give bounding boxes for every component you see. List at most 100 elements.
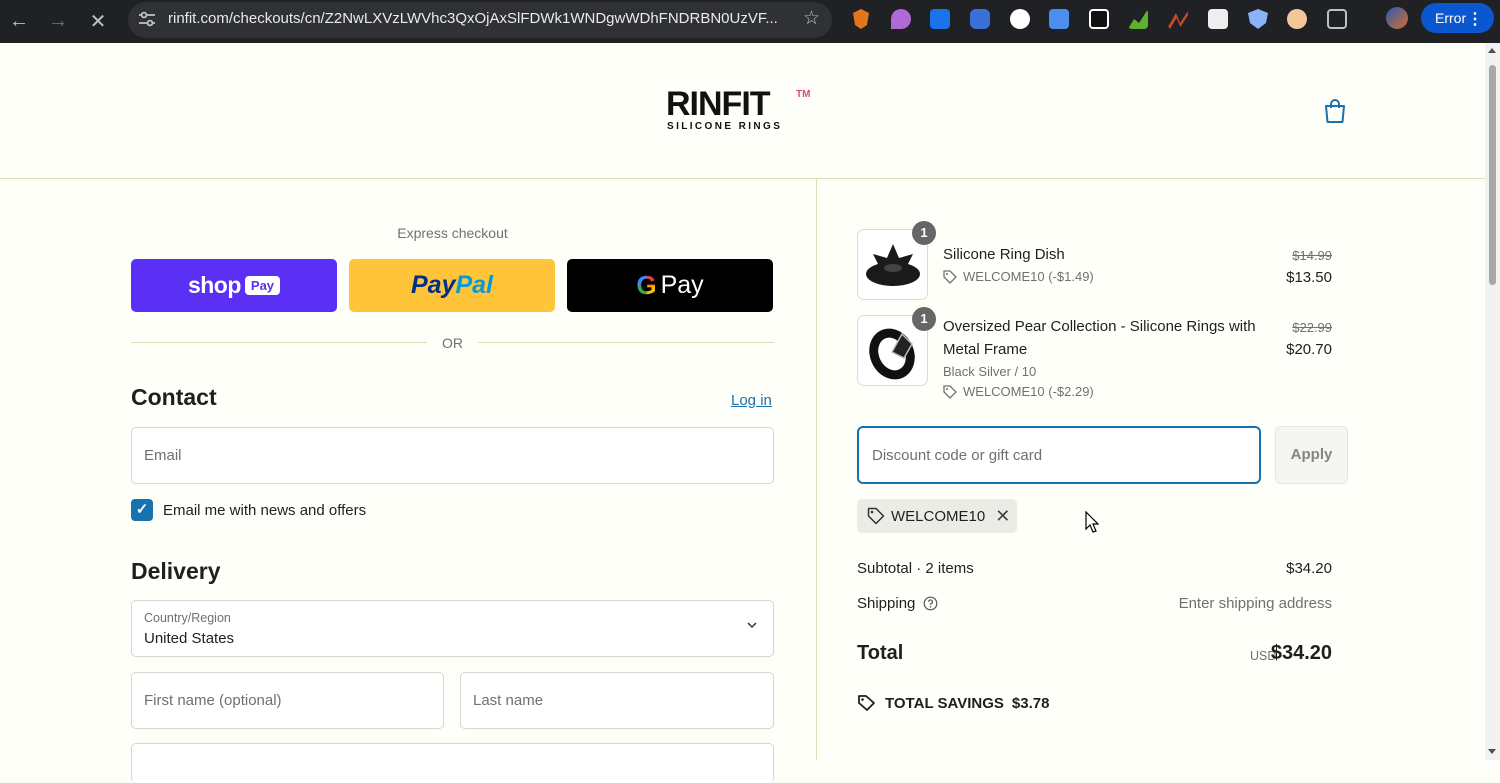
google-pay-button[interactable]: G Pay [567, 259, 773, 312]
shipping-row: Shipping [857, 595, 938, 612]
shipping-label: Shipping [857, 595, 916, 612]
item-discount: WELCOME10 (-$1.49) [943, 269, 1094, 284]
checkout-page: RINFIT TM SILICONE RINGS Express checkou… [0, 43, 1485, 783]
url-text: rinfit.com/checkouts/cn/Z2NwLXVzLWVhc3Qx… [168, 10, 778, 27]
extension-icon-4[interactable] [970, 9, 990, 29]
shield-extension-icon[interactable] [1248, 9, 1268, 29]
error-label: Error [1435, 10, 1467, 26]
last-name-placeholder: Last name [473, 692, 544, 709]
rinfit-logo[interactable]: RINFIT TM SILICONE RINGS [666, 87, 816, 137]
forward-icon[interactable]: → [43, 6, 73, 36]
item-original-price: $14.99 [1292, 248, 1332, 263]
subtotal-value: $34.20 [1286, 560, 1332, 577]
item-variant: Black Silver / 10 [943, 364, 1037, 379]
shoppay-badge: Pay [244, 276, 281, 295]
applied-code-text: WELCOME10 [891, 507, 986, 525]
extension-icon-12[interactable] [1287, 9, 1307, 29]
savings-label: TOTAL SAVINGS [885, 694, 1004, 712]
scrollbar-thumb[interactable] [1489, 65, 1496, 285]
site-info-icon[interactable] [136, 8, 158, 30]
or-divider-right [478, 342, 774, 343]
extensions-puzzle-icon[interactable] [1327, 9, 1347, 29]
tag-icon [858, 695, 875, 711]
newsletter-label: Email me with news and offers [163, 502, 367, 519]
item-original-price: $22.99 [1292, 320, 1332, 335]
tag-icon [867, 507, 885, 525]
shop-pay-button[interactable]: shop Pay [131, 259, 337, 312]
item-quantity-badge: 1 [912, 307, 936, 331]
last-name-field[interactable]: Last name [460, 672, 774, 729]
chevron-down-icon [747, 622, 757, 629]
extension-icon-10[interactable] [1208, 9, 1228, 29]
subtotal-label: Subtotal · 2 items [857, 560, 974, 577]
browser-toolbar: ← → ✕ rinfit.com/checkouts/cn/Z2NwLXVzLW… [0, 0, 1500, 43]
location-extension-icon[interactable] [891, 9, 911, 29]
total-savings: TOTAL SAVINGS $3.78 [857, 694, 1049, 712]
metamask-extension-icon[interactable] [853, 9, 869, 29]
paypal-word-b: Pal [455, 271, 493, 299]
shopping-bag-icon[interactable] [1323, 98, 1347, 124]
total-value: $34.20 [1270, 642, 1332, 664]
logo-wordmark: RINFIT [666, 85, 771, 123]
savings-value: $3.78 [1011, 694, 1050, 712]
tag-icon [943, 269, 957, 284]
extension-icon-6[interactable] [1049, 9, 1069, 29]
paypal-button[interactable]: Pay Pal [349, 259, 555, 312]
total-label: Total [857, 642, 904, 664]
extension-icon-9[interactable] [1168, 11, 1188, 29]
chart-extension-icon[interactable] [1128, 9, 1148, 29]
shoppay-word: shop [187, 272, 241, 298]
delivery-heading: Delivery [131, 558, 221, 584]
bookmark-star-icon[interactable]: ☆ [803, 7, 820, 30]
item-discount: WELCOME10 (-$2.29) [943, 384, 1094, 399]
item-price: $13.50 [1286, 269, 1332, 286]
apply-button[interactable]: Apply [1275, 426, 1348, 484]
extension-icon-7[interactable] [1089, 9, 1109, 29]
discount-code-field[interactable] [859, 428, 1259, 482]
extension-icon-3[interactable] [930, 9, 950, 29]
discount-code-input[interactable] [857, 426, 1261, 484]
shipping-value: Enter shipping address [1178, 595, 1332, 612]
express-checkout-title: Express checkout [397, 225, 508, 241]
or-divider-left [131, 342, 427, 343]
error-button[interactable]: Error ⋮ [1421, 3, 1494, 33]
address-bar[interactable]: rinfit.com/checkouts/cn/Z2NwLXVzLWVhc3Qx… [128, 2, 832, 38]
mouse-cursor-icon [1085, 511, 1099, 533]
more-menu-icon[interactable]: ⋮ [1467, 9, 1483, 29]
email-placeholder: Email [144, 447, 182, 464]
remove-discount-icon[interactable]: ✕ [995, 506, 1010, 527]
item-quantity-badge: 1 [912, 221, 936, 245]
google-g-icon: G [636, 270, 657, 300]
scroll-up-arrow-icon[interactable] [1488, 48, 1496, 53]
country-label: Country/Region [144, 611, 231, 625]
profile-avatar[interactable] [1386, 7, 1408, 29]
item-discount-text: WELCOME10 (-$1.49) [963, 269, 1094, 284]
extension-icon-5[interactable] [1010, 9, 1030, 29]
newsletter-checkbox[interactable]: ✓ [131, 499, 153, 521]
applied-discount-chip: WELCOME10 ✕ [857, 499, 1017, 533]
stop-loading-icon[interactable]: ✕ [83, 6, 113, 36]
first-name-placeholder: First name (optional) [144, 692, 282, 709]
paypal-word-a: Pay [410, 271, 456, 299]
back-icon[interactable]: ← [4, 6, 34, 36]
scroll-down-arrow-icon[interactable] [1488, 749, 1496, 754]
logo-subtitle: SILICONE RINGS [667, 121, 783, 132]
column-divider [816, 179, 817, 760]
site-header: RINFIT TM SILICONE RINGS [0, 43, 1485, 179]
item-name: Oversized Pear Collection - Silicone Rin… [943, 318, 1256, 358]
country-value: United States [144, 630, 235, 647]
item-discount-text: WELCOME10 (-$2.29) [963, 384, 1094, 399]
first-name-field[interactable]: First name (optional) [131, 672, 444, 729]
address-field[interactable] [131, 743, 774, 783]
item-price: $20.70 [1286, 341, 1332, 358]
logo-trademark: TM [796, 89, 811, 100]
page-scrollbar[interactable] [1485, 43, 1500, 760]
item-name: Silicone Ring Dish [943, 246, 1065, 263]
login-link[interactable]: Log in [731, 392, 772, 409]
country-select[interactable]: Country/Region United States [131, 600, 774, 657]
gpay-word: Pay [660, 271, 704, 299]
tag-icon [943, 384, 957, 399]
help-circle-icon[interactable] [923, 596, 938, 611]
email-field[interactable]: Email [131, 427, 774, 484]
contact-heading: Contact [131, 384, 217, 410]
